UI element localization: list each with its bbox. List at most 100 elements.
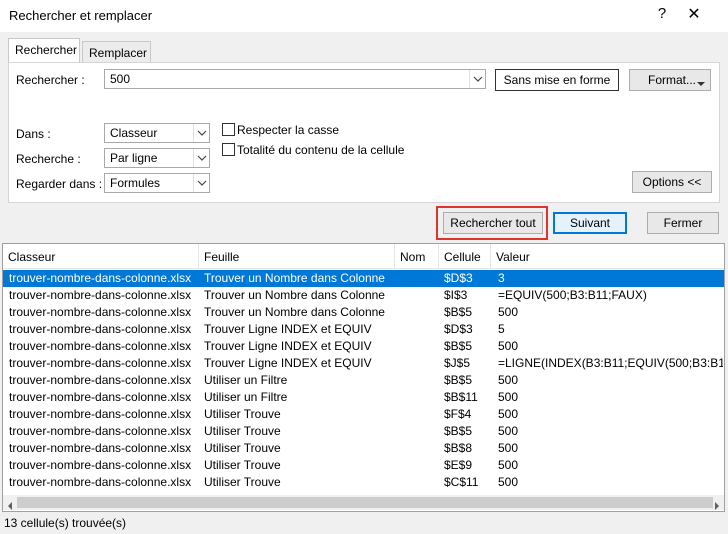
search-label: Recherche : (16, 152, 81, 166)
options-button[interactable]: Options << (632, 171, 712, 193)
row-cell-cell: $E$9 (444, 458, 473, 472)
lookin-dropdown-icon[interactable] (193, 174, 209, 192)
find-label: Rechercher : (16, 73, 85, 87)
row-cell-workbook: trouver-nombre-dans-colonne.xlsx (9, 475, 192, 489)
table-row[interactable]: trouver-nombre-dans-colonne.xlsx Utiliser… (3, 423, 724, 440)
row-cell-workbook: trouver-nombre-dans-colonne.xlsx (9, 458, 192, 472)
match-entire-checkbox[interactable] (222, 143, 235, 156)
row-cell-sheet: Trouver Ligne INDEX et EQUIV (204, 322, 372, 336)
within-label: Dans : (16, 127, 51, 141)
row-cell-cell: $B$5 (444, 339, 473, 353)
tab-rechercher[interactable]: Rechercher (8, 38, 80, 63)
row-cell-workbook: trouver-nombre-dans-colonne.xlsx (9, 305, 192, 319)
no-format-button[interactable]: Sans mise en forme (495, 69, 619, 91)
within-select[interactable]: Classeur (104, 123, 210, 143)
match-entire-label: Totalité du contenu de la cellule (237, 143, 405, 157)
table-row[interactable]: trouver-nombre-dans-colonne.xlsx Trouver … (3, 270, 724, 287)
row-cell-sheet: Utiliser Trouve (204, 458, 281, 472)
table-row[interactable]: trouver-nombre-dans-colonne.xlsx Trouver … (3, 355, 724, 372)
format-button-label: Format... (648, 73, 697, 87)
scroll-left-icon[interactable] (7, 499, 13, 513)
row-cell-value: 3 (498, 271, 505, 285)
row-cell-workbook: trouver-nombre-dans-colonne.xlsx (9, 356, 192, 370)
status-text: 13 cellule(s) trouvée(s) (4, 516, 127, 530)
tab-remplacer[interactable]: Remplacer (82, 41, 151, 63)
col-header-value[interactable]: Valeur (491, 244, 724, 268)
match-case-checkbox[interactable] (222, 123, 235, 136)
col-header-sheet[interactable]: Feuille (199, 244, 395, 268)
lookin-label: Regarder dans : (16, 177, 103, 191)
row-cell-cell: $D$3 (444, 271, 473, 285)
results-list[interactable]: Classeur Feuille Nom Cellule Valeur trou… (2, 243, 725, 512)
row-cell-sheet: Trouver un Nombre dans Colonne (204, 305, 385, 319)
scroll-right-icon[interactable] (714, 499, 720, 513)
search-dropdown-icon[interactable] (193, 149, 209, 167)
format-dropdown-icon (697, 76, 705, 90)
row-cell-value: 500 (498, 475, 519, 489)
row-cell-workbook: trouver-nombre-dans-colonne.xlsx (9, 424, 192, 438)
row-cell-sheet: Utiliser Trouve (204, 475, 281, 489)
within-select-value: Classeur (110, 126, 158, 140)
row-cell-cell: $C$11 (444, 475, 479, 489)
table-row[interactable]: trouver-nombre-dans-colonne.xlsx Trouver … (3, 321, 724, 338)
row-cell-value: 500 (498, 407, 519, 421)
window-title: Rechercher et remplacer (9, 8, 153, 23)
table-row[interactable]: trouver-nombre-dans-colonne.xlsx Trouver … (3, 287, 724, 304)
match-case-label: Respecter la casse (237, 123, 340, 137)
scrollbar-thumb[interactable] (17, 497, 713, 508)
table-row[interactable]: trouver-nombre-dans-colonne.xlsx Utiliser… (3, 389, 724, 406)
row-cell-value: 500 (498, 339, 519, 353)
lookin-select[interactable]: Formules (104, 173, 210, 193)
row-cell-cell: $B$8 (444, 441, 473, 455)
table-row[interactable]: trouver-nombre-dans-colonne.xlsx Utiliser… (3, 457, 724, 474)
find-all-button[interactable]: Rechercher tout (443, 212, 543, 234)
row-cell-cell: $F$4 (444, 407, 472, 421)
row-cell-sheet: Trouver un Nombre dans Colonne (204, 271, 385, 285)
row-cell-value: 500 (498, 441, 519, 455)
table-row[interactable]: trouver-nombre-dans-colonne.xlsx Trouver … (3, 338, 724, 355)
table-row[interactable]: trouver-nombre-dans-colonne.xlsx Utiliser… (3, 474, 724, 491)
find-dropdown-icon[interactable] (469, 70, 485, 88)
find-next-button[interactable]: Suivant (553, 212, 627, 234)
horizontal-scrollbar[interactable] (3, 495, 724, 510)
row-cell-workbook: trouver-nombre-dans-colonne.xlsx (9, 339, 192, 353)
row-cell-sheet: Trouver un Nombre dans Colonne (204, 288, 385, 302)
row-cell-workbook: trouver-nombre-dans-colonne.xlsx (9, 288, 192, 302)
close-button-label: Fermer (663, 216, 703, 230)
table-row[interactable]: trouver-nombre-dans-colonne.xlsx Utiliser… (3, 372, 724, 389)
row-cell-value: =EQUIV(500;B3:B11;FAUX) (498, 288, 647, 302)
row-cell-cell: $B$11 (444, 390, 478, 404)
find-all-button-label: Rechercher tout (450, 216, 536, 230)
col-header-name[interactable]: Nom (395, 244, 439, 268)
row-cell-sheet: Utiliser Trouve (204, 424, 281, 438)
table-row[interactable]: trouver-nombre-dans-colonne.xlsx Trouver … (3, 304, 724, 321)
row-cell-sheet: Trouver Ligne INDEX et EQUIV (204, 339, 372, 353)
options-button-label: Options << (642, 175, 702, 189)
row-cell-workbook: trouver-nombre-dans-colonne.xlsx (9, 271, 192, 285)
tab-remplacer-label: Remplacer (89, 46, 148, 60)
search-select[interactable]: Par ligne (104, 148, 210, 168)
row-cell-value: 500 (498, 390, 519, 404)
within-dropdown-icon[interactable] (193, 124, 209, 142)
row-cell-workbook: trouver-nombre-dans-colonne.xlsx (9, 373, 192, 387)
col-header-cell[interactable]: Cellule (439, 244, 491, 268)
row-cell-sheet: Utiliser Trouve (204, 441, 281, 455)
col-header-workbook[interactable]: Classeur (3, 244, 199, 268)
table-row[interactable]: trouver-nombre-dans-colonne.xlsx Utiliser… (3, 406, 724, 423)
search-select-value: Par ligne (110, 151, 158, 165)
help-icon[interactable]: ? (652, 5, 672, 22)
table-row[interactable]: trouver-nombre-dans-colonne.xlsx Utiliser… (3, 440, 724, 457)
format-button[interactable]: Format... (629, 69, 711, 91)
row-cell-sheet: Utiliser un Filtre (204, 390, 288, 404)
row-cell-workbook: trouver-nombre-dans-colonne.xlsx (9, 407, 192, 421)
row-cell-sheet: Utiliser Trouve (204, 407, 281, 421)
close-icon[interactable]: ✕ (682, 4, 706, 24)
close-button[interactable]: Fermer (647, 212, 719, 234)
no-format-button-label: Sans mise en forme (503, 73, 611, 87)
row-cell-workbook: trouver-nombre-dans-colonne.xlsx (9, 322, 192, 336)
row-cell-cell: $I$3 (444, 288, 468, 302)
row-cell-value: 500 (498, 305, 519, 319)
find-input[interactable]: 500 (104, 69, 486, 89)
row-cell-value: 5 (498, 322, 505, 336)
row-cell-value: =LIGNE(INDEX(B3:B11;EQUIV(500;B3:B11;0))… (498, 356, 723, 370)
